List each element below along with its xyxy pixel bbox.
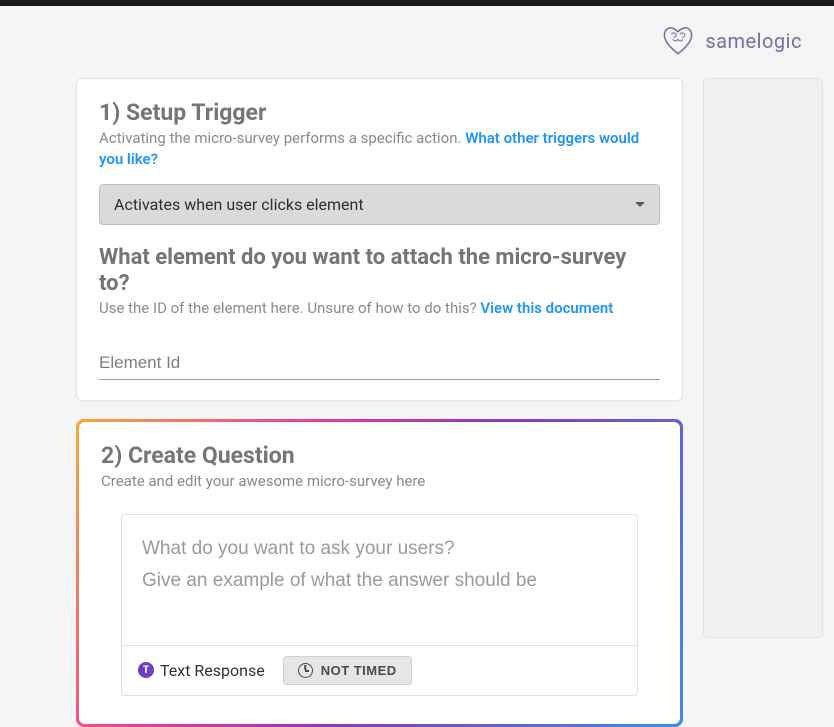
timed-label: NOT TIMED [321, 663, 397, 678]
response-type[interactable]: T Text Response [138, 661, 265, 680]
text-type-icon: T [138, 662, 154, 678]
main-column: 1) Setup Trigger Activating the micro-su… [76, 78, 683, 727]
step1-desc-text: Activating the micro-survey performs a s… [99, 129, 465, 147]
create-question-inner: 2) Create Question Create and edit your … [79, 422, 680, 724]
question-body [122, 515, 637, 645]
timed-toggle-button[interactable]: NOT TIMED [283, 656, 412, 685]
element-desc-text: Use the ID of the element here. Unsure o… [99, 299, 480, 317]
response-type-label: Text Response [160, 661, 265, 680]
side-panel [703, 78, 823, 638]
question-footer: T Text Response NOT TIMED [122, 645, 637, 695]
create-question-card: 2) Create Question Create and edit your … [76, 419, 683, 727]
step2-description: Create and edit your awesome micro-surve… [101, 471, 658, 492]
trigger-dropdown-label: Activates when user clicks element [114, 195, 364, 214]
step1-description: Activating the micro-survey performs a s… [99, 128, 660, 170]
trigger-dropdown[interactable]: Activates when user clicks element [99, 184, 660, 225]
heart-brain-icon [661, 24, 695, 58]
step1-title: 1) Setup Trigger [99, 99, 660, 126]
content-row: 1) Setup Trigger Activating the micro-su… [0, 78, 834, 727]
element-id-input[interactable] [99, 347, 660, 380]
view-document-link[interactable]: View this document [480, 299, 613, 317]
clock-icon [298, 663, 313, 678]
brand-name: samelogic [705, 29, 802, 53]
brand-logo: samelogic [661, 24, 802, 58]
answer-hint-input[interactable] [142, 565, 617, 597]
element-description: Use the ID of the element here. Unsure o… [99, 298, 660, 319]
question-editor: T Text Response NOT TIMED [121, 514, 638, 696]
chevron-down-icon [635, 202, 645, 207]
step2-title: 2) Create Question [101, 442, 658, 469]
header: samelogic [0, 6, 834, 66]
element-header: What element do you want to attach the m… [99, 245, 660, 298]
question-text-input[interactable] [142, 533, 617, 565]
setup-trigger-card: 1) Setup Trigger Activating the micro-su… [76, 78, 683, 401]
